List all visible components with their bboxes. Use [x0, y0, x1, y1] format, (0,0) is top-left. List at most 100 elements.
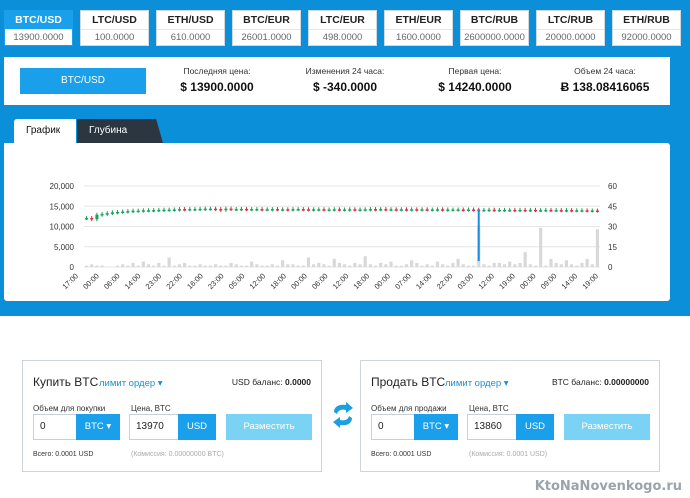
candle-body [590, 210, 594, 213]
x-tick-label: 12:00 [248, 271, 268, 291]
buy-order-type-dropdown[interactable]: лимит ордер ▾ [99, 378, 163, 389]
candle-body [575, 210, 579, 212]
volume-bar [373, 265, 378, 267]
caret-down-icon: ▾ [444, 421, 450, 432]
candle-body [301, 209, 305, 211]
candle-body [384, 209, 388, 211]
volume-bar [446, 265, 450, 267]
pair-tab-eth-eur[interactable]: ETH/EUR 1600.0000 [384, 10, 453, 46]
volume-bar [368, 264, 372, 267]
sell-amount-currency-dropdown[interactable]: BTC ▾ [414, 414, 458, 440]
sell-order-type-label: лимит ордер [445, 378, 502, 389]
y-left-tick-label: 15,000 [50, 202, 75, 211]
pair-tab-ltc-eur[interactable]: LTC/EUR 498.0000 [308, 10, 377, 46]
pair-tab-eth-usd[interactable]: ETH/USD 610.0000 [156, 10, 225, 46]
pair-name: ETH/USD [167, 14, 214, 26]
candle-body [100, 213, 104, 216]
x-tick-label: 17:00 [60, 271, 80, 291]
y-right-tick-label: 0 [608, 263, 613, 272]
volume-bar [472, 265, 476, 267]
volume-bar [508, 261, 512, 267]
pair-price: 2600000.0000 [461, 29, 528, 45]
candle-body [136, 210, 140, 213]
pair-tab-ltc-rub[interactable]: LTC/RUB 20000.0000 [536, 10, 605, 46]
candle-body [152, 210, 156, 212]
candle-body [559, 210, 563, 212]
buy-amount-currency: BTC [84, 421, 104, 432]
volume-bar [188, 265, 192, 267]
buy-price-currency[interactable]: USD [178, 414, 216, 440]
candle-body [131, 210, 135, 213]
pair-price: 26001.0000 [233, 29, 300, 45]
candle-body [389, 209, 393, 211]
pair-tab-eth-rub[interactable]: ETH/RUB 92000.0000 [612, 10, 681, 46]
volume-bar [172, 265, 176, 267]
pair-tab-btc-eur[interactable]: BTC/EUR 26001.0000 [232, 10, 301, 46]
buy-price-input[interactable]: 13970 [129, 414, 179, 440]
candle-body [239, 208, 243, 211]
sell-price-input[interactable]: 13860 [467, 414, 517, 440]
candle-body [518, 209, 522, 212]
volume-bar [126, 265, 130, 267]
volume-bar [224, 265, 228, 267]
candle-body [245, 208, 249, 211]
x-tick-label: 23:00 [144, 271, 164, 291]
volume-bar [198, 264, 202, 267]
sell-amount-input[interactable]: 0 [371, 414, 415, 440]
volume-bar [420, 265, 424, 267]
candle-body [415, 209, 419, 211]
volume-bar [492, 262, 496, 267]
x-tick-label: 06:00 [102, 271, 122, 291]
candle-body [157, 209, 161, 212]
volume-bar [544, 265, 548, 267]
pair-tab-btc-usd[interactable]: BTC/USD 13900.0000 [4, 10, 73, 46]
candle-body [430, 209, 434, 211]
candle-body [177, 209, 181, 211]
x-tick-label: 05:00 [227, 271, 247, 291]
volume-bar [136, 265, 140, 267]
volume-bar [513, 264, 517, 267]
volume-bar [327, 265, 331, 267]
volume-bar [430, 265, 434, 267]
sell-order-type-dropdown[interactable]: лимит ордер ▾ [445, 378, 509, 389]
candle-body [193, 209, 197, 211]
candle-body [451, 209, 455, 211]
pair-tab-ltc-usd[interactable]: LTC/USD 100.0000 [80, 10, 149, 46]
sell-commission: (Комиссия: 0.0001 USD) [469, 451, 548, 458]
y-right-tick-label: 60 [608, 182, 617, 191]
selected-pair-button[interactable]: BTC/USD [20, 68, 146, 94]
y-left-tick-label: 0 [70, 263, 75, 272]
volume-bar [146, 264, 151, 267]
candle-body [250, 209, 254, 211]
candle-body [322, 209, 326, 211]
volume-bar [193, 265, 197, 267]
buy-amount-input[interactable]: 0 [33, 414, 77, 440]
volume-bar [343, 264, 347, 267]
swap-arrows-icon[interactable] [330, 400, 356, 430]
change-label: Изменения 24 часа: [305, 66, 385, 76]
candle-body [580, 210, 584, 212]
y-left-tick-label: 20,000 [50, 182, 75, 191]
last-price-value: $ 13900.0000 [180, 80, 254, 94]
volume-bar [214, 264, 218, 267]
buy-amount-currency-dropdown[interactable]: BTC ▾ [76, 414, 120, 440]
buy-place-order-button[interactable]: Разместить [226, 414, 312, 440]
pair-name: BTC/USD [5, 11, 72, 29]
volume-bar [533, 265, 538, 267]
buy-amount-label: Объем для покупки [33, 404, 106, 413]
candle-body [405, 209, 408, 211]
sell-price-currency[interactable]: USD [516, 414, 554, 440]
volume-bar [435, 261, 440, 267]
candle-body [549, 209, 553, 212]
pair-price: 20000.0000 [537, 29, 604, 45]
pair-price: 13900.0000 [5, 29, 72, 45]
volume-bar [322, 264, 326, 267]
tab-market-depth[interactable]: Глубина рынка [77, 119, 163, 143]
tab-chart[interactable]: График [14, 119, 76, 143]
x-tick-label: 18:00 [352, 271, 372, 291]
volume-bar [332, 258, 336, 267]
candle-body [317, 209, 321, 211]
pair-name: LTC/RUB [547, 14, 594, 26]
pair-tab-btc-rub[interactable]: BTC/RUB 2600000.0000 [460, 10, 529, 46]
sell-place-order-button[interactable]: Разместить [564, 414, 650, 440]
